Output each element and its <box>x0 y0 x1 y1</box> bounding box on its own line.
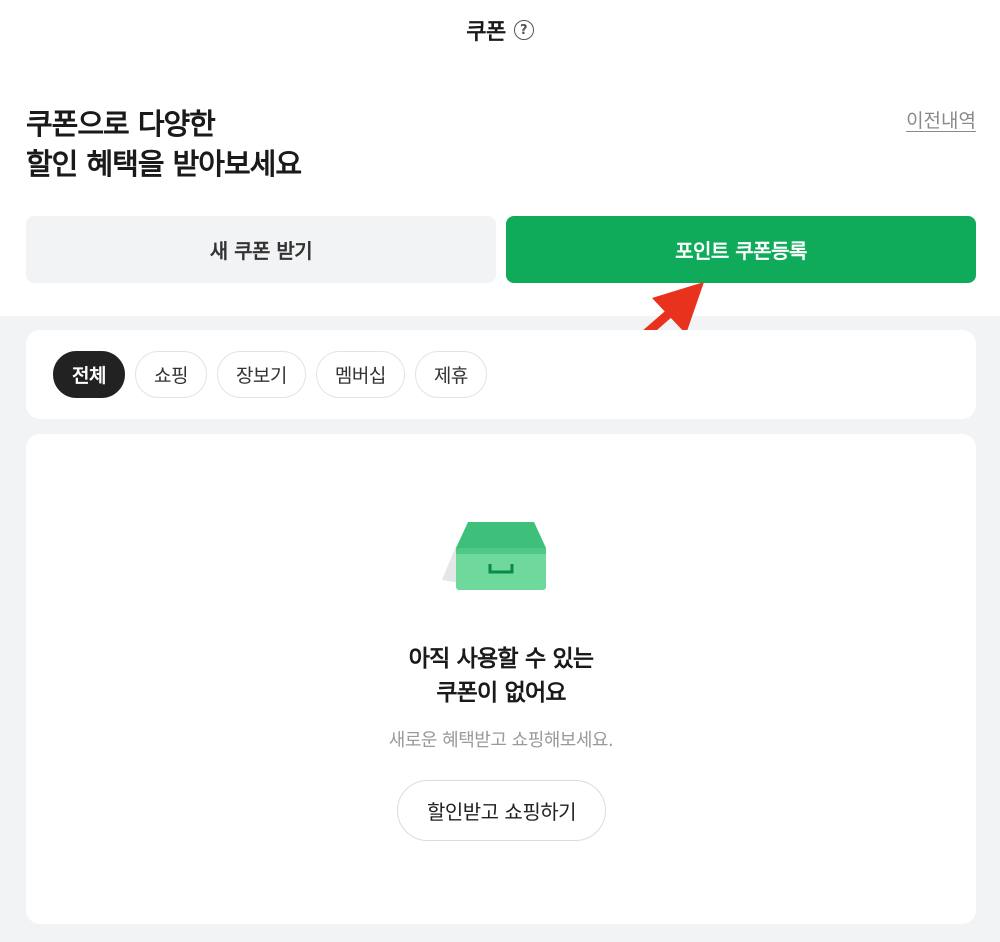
page-title: 쿠폰 <box>466 20 506 45</box>
tab-all[interactable]: 전체 <box>53 351 125 398</box>
question-circle-icon[interactable]: ? <box>513 20 534 40</box>
category-tabs: 전체 쇼핑 장보기 멤버십 제휴 <box>53 351 487 398</box>
shop-with-discount-button[interactable]: 할인받고 쇼핑하기 <box>397 780 606 841</box>
tab-grocery[interactable]: 장보기 <box>216 351 306 398</box>
history-link[interactable]: 이전내역 <box>906 106 976 133</box>
empty-state-title-line-1: 아직 사용할 수 있는 <box>408 646 594 672</box>
headline: 쿠폰으로 다양한 할인 혜택을 받아보세요 <box>26 104 302 184</box>
empty-inbox-icon <box>442 522 546 590</box>
headline-line-2: 할인 혜택을 받아보세요 <box>26 147 302 181</box>
page-header: 쿠폰 ? <box>0 0 1000 60</box>
category-tabs-card: 전체 쇼핑 장보기 멤버십 제휴 <box>26 330 976 419</box>
new-coupon-button[interactable]: 새 쿠폰 받기 <box>26 216 496 283</box>
tab-membership[interactable]: 멤버십 <box>315 351 405 398</box>
headline-line-1: 쿠폰으로 다양한 <box>26 107 216 141</box>
tab-partner[interactable]: 제휴 <box>414 351 487 398</box>
tab-shopping[interactable]: 쇼핑 <box>134 351 207 398</box>
empty-state-title: 아직 사용할 수 있는 쿠폰이 없어요 <box>26 642 976 710</box>
empty-state-title-line-2: 쿠폰이 없어요 <box>436 680 566 706</box>
empty-state-subtitle: 새로운 혜택받고 쇼핑해보세요. <box>388 730 614 751</box>
top-section: 쿠폰 ? 쿠폰으로 다양한 할인 혜택을 받아보세요 이전내역 새 쿠폰 받기 … <box>0 0 1000 316</box>
empty-state-card: 아직 사용할 수 있는 쿠폰이 없어요 새로운 혜택받고 쇼핑해보세요. 할인받… <box>26 434 976 924</box>
